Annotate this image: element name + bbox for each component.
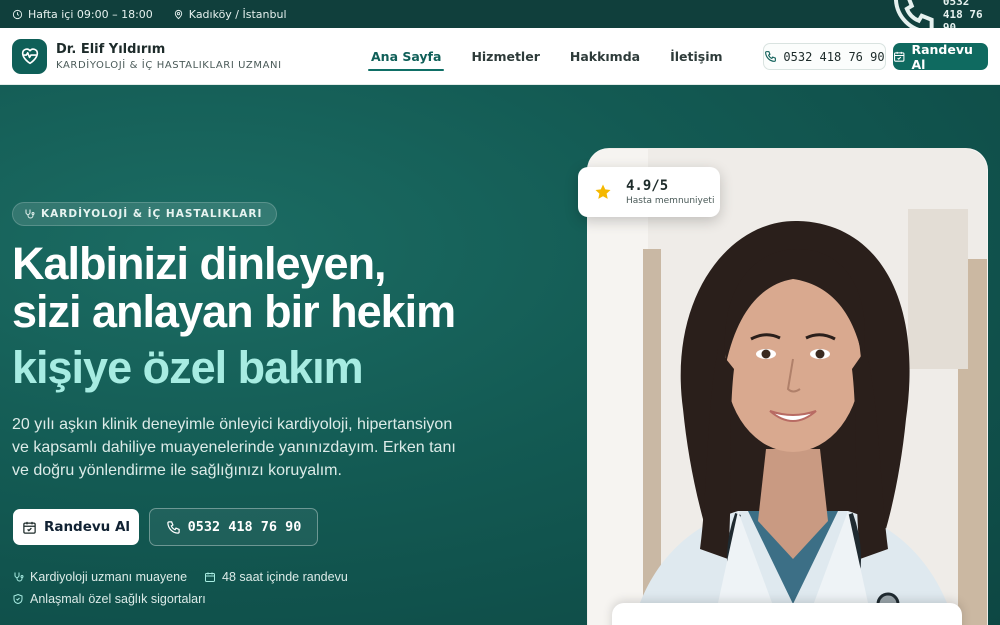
header-appointment-button[interactable]: Randevu Al: [893, 41, 988, 72]
hero-phone-button[interactable]: 0532 418 76 90: [149, 508, 318, 546]
main-nav: Ana Sayfa Hizmetler Hakkımda İletişim: [368, 28, 726, 85]
shield-icon: [13, 593, 23, 605]
hero-section: KARDİYOLOJİ & İÇ HASTALIKLARI Kalbinizi …: [0, 85, 1000, 625]
logo[interactable]: [12, 38, 47, 74]
rating-content: 4.9/5 Hasta memnuniyeti: [626, 178, 714, 206]
feature-item: 48 saat içinde randevu: [204, 570, 348, 584]
doctor-portrait-illustration: [588, 149, 987, 625]
site-header: Dr. Elif Yıldırım KARDİYOLOJİ & İÇ HASTA…: [0, 28, 1000, 85]
location-info: Kadıköy / İstanbul: [173, 8, 287, 21]
nav-item-contact[interactable]: İletişim: [667, 28, 725, 85]
info-card-partial: [612, 603, 962, 625]
calendar-icon: [23, 521, 36, 534]
star-icon: [595, 184, 611, 199]
stethoscope-icon: [14, 572, 24, 582]
phone-icon: [765, 51, 777, 62]
location-text: Kadıköy / İstanbul: [188, 7, 287, 21]
feature-text: Anlaşmalı özel sağlık sigortaları: [30, 592, 206, 606]
rating-card: 4.9/5 Hasta memnuniyeti: [578, 167, 720, 217]
header-phone-button[interactable]: 0532 418 76 90: [763, 43, 886, 70]
phone-icon: [166, 520, 180, 534]
clock-icon: [12, 9, 23, 19]
doctor-name: Dr. Elif Yıldırım: [56, 41, 166, 57]
feature-text: 48 saat içinde randevu: [222, 570, 348, 584]
rating-label: Hasta memnuniyeti: [626, 196, 715, 206]
hero-title-accent: kişiye özel bakım: [12, 342, 364, 393]
feature-text: Kardiyoloji uzmanı muayene: [30, 570, 188, 584]
stethoscope-icon: [25, 209, 35, 219]
hours-text: Hafta içi 09:00 – 18:00: [28, 7, 153, 21]
specialty-badge-text: KARDİYOLOJİ & İÇ HASTALIKLARI: [41, 208, 263, 220]
map-pin-icon: [174, 9, 182, 19]
hours-info: Hafta içi 09:00 – 18:00: [12, 8, 153, 21]
hero-title: Kalbinizi dinleyen, sizi anlayan bir hek…: [12, 238, 456, 393]
doctor-photo: [587, 148, 988, 625]
calendar-icon: [205, 572, 215, 582]
feature-item: Kardiyoloji uzmanı muayene: [12, 570, 187, 584]
top-info-bar: Hafta içi 09:00 – 18:00 Kadıköy / İstanb…: [0, 0, 1000, 34]
hero-title-line2: sizi anlayan bir hekim: [12, 286, 456, 337]
header-phone-text: 0532 418 76 90: [783, 49, 885, 64]
doctor-specialty: KARDİYOLOJİ & İÇ HASTALIKLARI UZMANI: [56, 59, 282, 71]
hero-phone-text: 0532 418 76 90: [187, 519, 302, 535]
hero-appointment-label: Randevu Al: [43, 519, 131, 535]
hero-appointment-button[interactable]: Randevu Al: [13, 509, 139, 545]
specialty-badge: KARDİYOLOJİ & İÇ HASTALIKLARI: [12, 202, 278, 226]
heart-pulse-icon: [21, 48, 38, 65]
nav-item-home[interactable]: Ana Sayfa: [368, 28, 445, 85]
brand: Dr. Elif Yıldırım KARDİYOLOJİ & İÇ HASTA…: [56, 42, 282, 71]
hero-description: 20 yılı aşkın klinik deneyimle önleyici …: [12, 416, 456, 479]
rating-score: 4.9/5: [626, 178, 669, 194]
nav-item-services[interactable]: Hizmetler: [468, 28, 542, 85]
hero-title-line1: Kalbinizi dinleyen,: [12, 238, 387, 289]
feature-item: Anlaşmalı özel sağlık sigortaları: [12, 592, 206, 606]
calendar-icon: [894, 51, 905, 62]
header-appointment-label: Randevu Al: [911, 41, 973, 72]
nav-item-about[interactable]: Hakkımda: [567, 28, 643, 85]
